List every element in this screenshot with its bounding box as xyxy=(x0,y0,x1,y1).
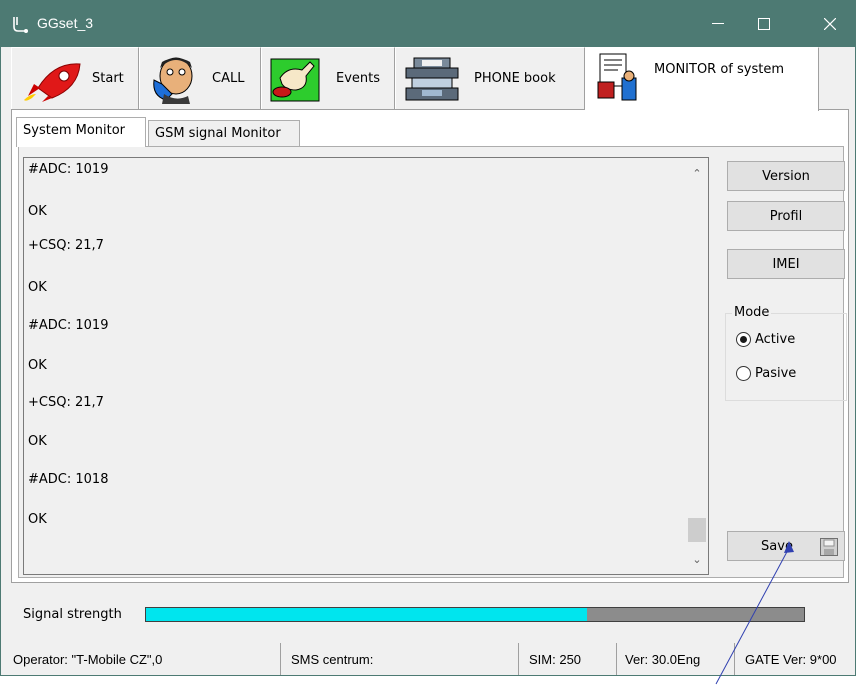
radio-selected-icon xyxy=(736,332,751,347)
tab-label: PHONE book xyxy=(474,71,556,86)
monitor-panel: System Monitor GSM signal Monitor #ADC: … xyxy=(11,109,849,583)
log-line: OK xyxy=(28,358,47,373)
tab-phone-book[interactable]: PHONE book xyxy=(395,47,585,109)
log-line: +CSQ: 21,7 xyxy=(28,395,104,410)
status-bar: Operator: "T-Mobile CZ",0 SMS centrum: S… xyxy=(11,643,857,677)
minimize-button[interactable] xyxy=(695,1,741,47)
signal-strength-label: Signal strength xyxy=(23,607,122,622)
tab-label: CALL xyxy=(212,71,245,86)
log-line: +CSQ: 21,7 xyxy=(28,238,104,253)
status-sms-centrum: SMS centrum: xyxy=(291,643,519,675)
monitor-doc-icon xyxy=(597,53,637,101)
imei-button[interactable]: IMEI xyxy=(727,249,845,279)
title-bar[interactable]: GGset_3 xyxy=(1,1,855,47)
window-title: GGset_3 xyxy=(37,15,94,31)
scroll-down-icon[interactable]: ⌄ xyxy=(686,548,708,570)
minimize-icon xyxy=(712,23,724,24)
log-line: OK xyxy=(28,204,47,219)
tab-system-monitor[interactable]: System Monitor xyxy=(16,117,146,147)
floppy-disk-icon xyxy=(820,538,838,556)
close-icon xyxy=(824,18,836,30)
save-label: Save xyxy=(761,538,793,554)
status-operator: Operator: "T-Mobile CZ",0 xyxy=(13,643,281,675)
tab-call[interactable]: CALL xyxy=(139,47,261,109)
log-line: #ADC: 1018 xyxy=(28,472,109,487)
log-line: OK xyxy=(28,512,47,527)
app-icon xyxy=(13,17,28,33)
radio-unselected-icon xyxy=(736,366,751,381)
status-gate-ver: GATE Ver: 9*00 xyxy=(745,652,837,667)
app-window: GGset_3 Start CALL Events PHONE book MON… xyxy=(0,0,856,676)
mode-groupbox: Mode Active Pasive xyxy=(725,305,847,401)
maximize-button[interactable] xyxy=(741,1,787,47)
radio-label: Pasive xyxy=(755,366,797,381)
mode-pasive-radio[interactable]: Pasive xyxy=(736,366,796,381)
close-button[interactable] xyxy=(807,1,853,47)
status-ver: Ver: 30.0Eng xyxy=(625,643,735,675)
tab-monitor-of-system[interactable]: MONITOR of system xyxy=(585,47,819,111)
tab-events[interactable]: Events xyxy=(261,47,395,109)
log-line: #ADC: 1019 xyxy=(28,162,109,177)
log-line: OK xyxy=(28,434,47,449)
log-line: #ADC: 1019 xyxy=(28,318,109,333)
mode-legend: Mode xyxy=(732,305,772,320)
profil-button[interactable]: Profil xyxy=(727,201,845,231)
log-line: OK xyxy=(28,280,47,295)
mode-active-radio[interactable]: Active xyxy=(736,332,795,347)
main-tab-bar: Start CALL Events PHONE book MONITOR of … xyxy=(11,47,847,111)
scrollbar-thumb[interactable] xyxy=(688,518,706,542)
system-monitor-panel: #ADC: 1019 OK +CSQ: 21,7 OK #ADC: 1019 O… xyxy=(18,146,847,578)
tab-label: Start xyxy=(92,71,124,86)
save-button[interactable]: Save xyxy=(727,531,845,561)
signal-strength-fill xyxy=(146,608,587,621)
signal-strength-row: Signal strength xyxy=(11,583,849,643)
rocket-icon xyxy=(24,63,81,102)
maximize-icon xyxy=(758,18,770,30)
log-scrollbar[interactable]: ⌃ ⌄ xyxy=(686,158,708,574)
scroll-up-icon[interactable]: ⌃ xyxy=(686,162,708,184)
tab-label: Events xyxy=(336,71,381,86)
log-output[interactable]: #ADC: 1019 OK +CSQ: 21,7 OK #ADC: 1019 O… xyxy=(23,157,709,575)
hand-button-icon xyxy=(270,58,320,102)
radio-label: Active xyxy=(755,332,796,347)
signal-strength-bar xyxy=(145,607,805,622)
tab-gsm-signal-monitor[interactable]: GSM signal Monitor xyxy=(148,120,300,146)
phonebook-icon xyxy=(405,57,459,101)
tab-label: MONITOR of system xyxy=(654,62,785,77)
tab-start[interactable]: Start xyxy=(11,47,139,109)
version-button[interactable]: Version xyxy=(727,161,845,191)
status-sim: SIM: 250 xyxy=(529,643,617,675)
phone-man-icon xyxy=(153,57,193,104)
